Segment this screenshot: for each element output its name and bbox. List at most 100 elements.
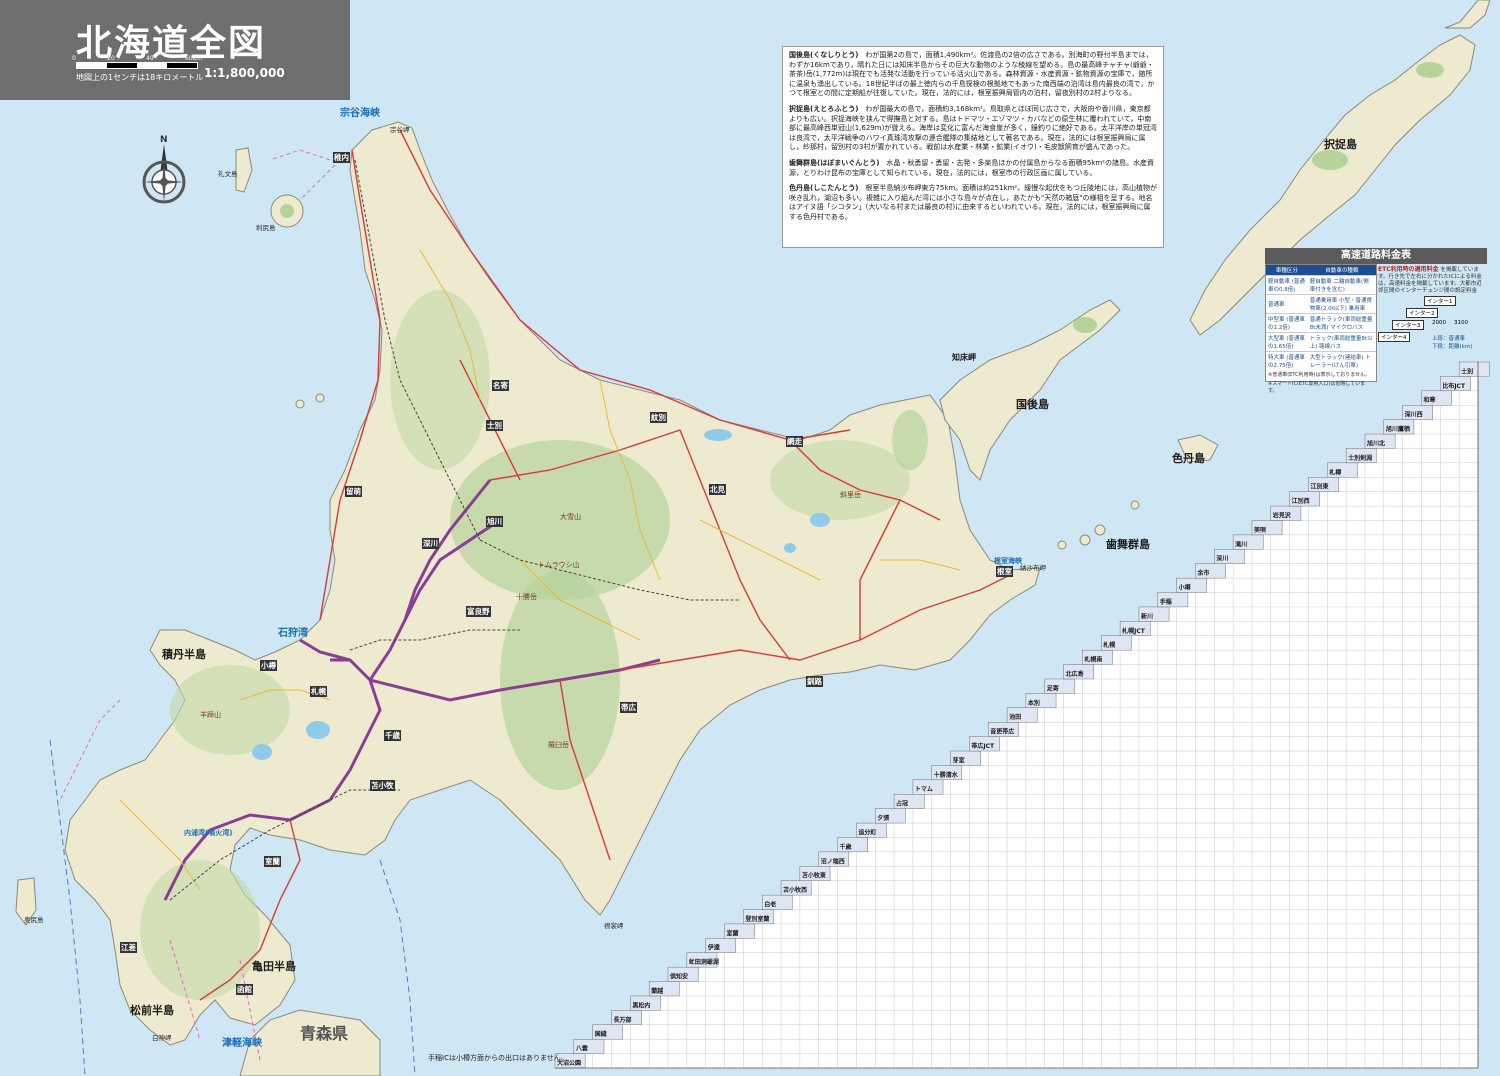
city-furano: 富良野: [466, 606, 491, 617]
legend-col: 自動車の種類: [1308, 265, 1376, 276]
city-chitose: 千歳: [384, 730, 401, 741]
legend-note-2: ※スマートIC(ETC専用入口)は省略しています。: [1266, 379, 1376, 395]
how-to-read-legend: インター1 インター2 インター3 インター4 2000 3100 上段：普通車…: [1378, 296, 1486, 354]
info-etorofu-head: 択捉島(えとろふとう): [789, 105, 858, 113]
mountain-shari: 斜里岳: [840, 490, 861, 500]
label-uchiura-bay: 内浦湾(噴火湾): [184, 828, 232, 838]
scale-tick: 20: [107, 55, 115, 62]
label-matsumae-peninsula: 松前半島: [130, 1002, 174, 1018]
legend-desc: 普通トラック(車両総重量8t未満) マイクロバス: [1308, 314, 1376, 333]
mini-value-1: 2000: [1430, 320, 1448, 326]
label-habomai-islands: 歯舞群島: [1106, 536, 1150, 552]
legend-class: 中型車 (普通車の1.2倍): [1266, 314, 1308, 333]
mountain-yotei: 羊蹄山: [200, 710, 221, 720]
habomai-island-shape-1: [1058, 541, 1066, 549]
map-scale: 1:1,800,000: [204, 66, 285, 80]
info-kunashiri: 国後島(くなしりとう) わが国第2の島で，面積1,490km²。佐渡島の2倍の広…: [789, 51, 1157, 99]
etorofu-north-mountain-shape: [1416, 62, 1444, 78]
oshima-highlands: [140, 860, 260, 1000]
lake-toya: [252, 744, 272, 760]
city-nemuro: 根室: [996, 566, 1013, 577]
etorofu-mountain-shape: [1312, 150, 1348, 170]
label-ishikari-bay: 石狩湾: [278, 624, 308, 639]
kitami-highlands: [390, 290, 490, 470]
etc-title: ETC利用時の適用料金: [1378, 266, 1439, 273]
label-aomori: 青森県: [300, 1020, 348, 1044]
info-shikotan: 色丹島(しこたんとう) 根室半島納沙布岬東方75km。面積は約251km²。緩慢…: [789, 184, 1157, 222]
city-obihiro: 帯広: [620, 702, 637, 713]
scale-bar: [76, 62, 198, 69]
mini-interchange-4: インター4: [1378, 332, 1410, 342]
lake-saroma: [704, 429, 732, 441]
city-kushiro: 釧路: [806, 676, 823, 687]
label-shikotan: 色丹島: [1172, 450, 1205, 466]
mini-note-1: 上段：普通車: [1430, 334, 1467, 342]
city-kitami: 北見: [709, 484, 726, 495]
toll-table-title: 高速道路料金表: [1265, 248, 1487, 264]
scale-ticks: 0 20 40 60km: [72, 55, 202, 62]
habomai-island-shape-2: [1080, 535, 1090, 545]
city-sapporo: 札幌: [310, 686, 327, 697]
rishiri-mountain-shape: [280, 204, 294, 218]
legend-class: 大型車 (普通車の1.65倍): [1266, 333, 1308, 352]
label-kunashiri: 国後島: [1016, 396, 1049, 412]
yagishiri-island-shape: [316, 394, 324, 402]
mini-value-2: 3100: [1452, 320, 1470, 326]
mountain-tomuraushi: トムラウシ山: [538, 560, 580, 570]
legend-desc: 大型トラック(連結車) トレーラー(けん引車): [1308, 352, 1376, 371]
city-monbetsu: 紋別: [650, 412, 667, 423]
legend-desc: 普通乗用車 小型・普通貨物車(2.0t以下) 乗用車: [1308, 295, 1376, 314]
toll-footnote: 手稲ICは小樽方面からの出口はありません。: [428, 1053, 568, 1063]
city-nayoro: 名寄: [492, 380, 509, 391]
legend-class: 軽自動車 (普通車の0.8倍): [1266, 276, 1308, 295]
teuri-island-shape: [296, 400, 304, 408]
legend-class: 普通車: [1266, 295, 1308, 314]
hokkaido-map: [0, 0, 1500, 1076]
scale-tick: 0: [72, 55, 76, 62]
city-esashi: 江差: [120, 942, 137, 953]
city-hakodate: 函館: [236, 984, 253, 995]
legend-class: 特大車 (普通車の2.75倍): [1266, 352, 1308, 371]
label-shakotan-peninsula: 積丹半島: [162, 646, 206, 662]
habomai-island-shape-3: [1095, 525, 1105, 535]
label-soya-strait: 宗谷海峡: [340, 104, 380, 119]
vehicle-class-legend: 車種区分自動車の種類 軽自動車 (普通車の0.8倍)軽自動車 二輪自動車(側車付…: [1265, 264, 1377, 382]
map-canvas: 大沼公園八雲国縫長万部黒松内蘭越倶知安虻田洞爺湖伊達室蘭登別室蘭白老苫小牧西苫小…: [0, 0, 1500, 1076]
legend-desc: トラック(車両総重量8t以上) 路線バス: [1308, 333, 1376, 352]
etc-note: ETC利用時の適用料金 を掲載しています。行き先で左右に分かれたICによる料金は…: [1378, 266, 1486, 295]
label-tsugaru-strait: 津軽海峡: [222, 1034, 262, 1049]
lake-shikotsu: [306, 721, 330, 739]
legend-col: 車種区分: [1266, 265, 1308, 276]
info-habomai: 歯舞群島(はぼまいぐんとう) 水晶・秋勇留・勇留・志発・多楽島ほかの付属島からな…: [789, 159, 1157, 178]
mountain-hidaka: 羅臼岳: [548, 740, 569, 750]
city-shibetsu: 士別: [486, 420, 503, 431]
mini-interchange-1: インター1: [1424, 296, 1456, 306]
legend-desc: 軽自動車 二輪自動車(側車付きを含む): [1308, 276, 1376, 295]
city-rumoi: 留萌: [345, 486, 362, 497]
legend-note-1: ※普通車(ETC利用時)は表示しておりません。: [1266, 370, 1376, 379]
city-muroran: 室蘭: [264, 856, 281, 867]
city-otaru: 小樽: [260, 660, 277, 671]
label-nemuro-strait: 根室海峡: [994, 556, 1022, 566]
city-fukagawa: 深川: [422, 538, 439, 549]
label-kameda-peninsula: 亀田半島: [252, 958, 296, 974]
label-okushiri: 奥尻島: [24, 914, 44, 924]
compass-rose-icon: N: [133, 130, 195, 220]
info-shikotan-head: 色丹島(しこたんとう): [789, 184, 858, 192]
mini-interchange-2: インター2: [1406, 308, 1438, 318]
label-etorofu: 択捉島: [1324, 136, 1357, 152]
lake-kussharo: [810, 513, 830, 527]
scale-note: 地図上の1センチは18キロメートル: [76, 72, 203, 83]
mini-note-2: 下段：距離(km): [1430, 342, 1474, 350]
mini-interchange-3: インター3: [1392, 320, 1424, 330]
info-etorofu: 択捉島(えとろふとう) わが国最大の島で，面積約3,168km²。鳥取県とほぼ同…: [789, 105, 1157, 153]
mountain-daisetsuzan: 大雪山: [560, 512, 581, 522]
label-shiretoko-cape: 知床岬: [952, 352, 976, 363]
shiretoko-highlands: [892, 410, 928, 470]
habomai-island-shape-4: [1131, 501, 1139, 509]
city-asahikawa: 旭川: [486, 516, 503, 527]
northern-territories-info: 国後島(くなしりとう) わが国第2の島で，面積1,490km²。佐渡島の2倍の広…: [782, 46, 1164, 248]
scale-tick: 40: [146, 55, 154, 62]
city-tomakomai: 苫小牧: [370, 780, 395, 791]
label-rebun: 礼文島: [218, 168, 238, 178]
